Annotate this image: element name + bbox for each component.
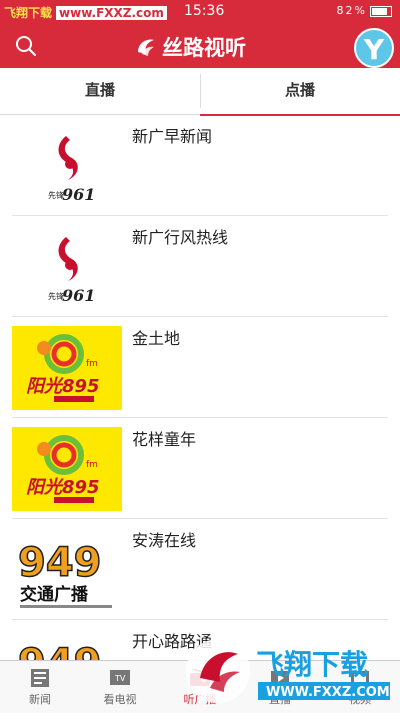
- svg-text:飞翔下载: 飞翔下载: [256, 648, 368, 681]
- news-icon: [31, 669, 49, 687]
- tab-on-demand[interactable]: 点播: [200, 68, 400, 116]
- svg-text:fm: fm: [86, 359, 98, 369]
- svg-text:阳光895: 阳光895: [26, 376, 100, 397]
- svg-text:交通广播: 交通广播: [20, 584, 89, 605]
- nav-tv-label: 看电视: [103, 693, 137, 706]
- status-icons: 82%: [337, 4, 392, 17]
- app-logo-icon: [138, 39, 154, 56]
- program-name: 安涛在线: [132, 531, 197, 550]
- program-name: 金土地: [132, 329, 181, 348]
- status-time: 15:36: [184, 3, 225, 19]
- program-name: 新广行风热线: [132, 228, 229, 247]
- battery-percent: 82%: [336, 4, 367, 17]
- 961-logo: 先锋 961: [12, 225, 122, 309]
- status-bar: 飞翔下载 www.FXXZ.com 15:36 82%: [0, 0, 400, 24]
- nav-news[interactable]: 新闻: [0, 661, 80, 713]
- avatar[interactable]: Y: [354, 28, 394, 68]
- 961-logo: 先锋 961: [12, 124, 122, 208]
- svg-text:阳光895: 阳光895: [26, 477, 100, 498]
- yangguang895-logo: fm 阳光895: [12, 326, 122, 410]
- nav-news-label: 新闻: [29, 693, 51, 706]
- program-name: 新广早新闻: [132, 127, 213, 146]
- svg-text:949: 949: [18, 641, 102, 660]
- svg-text:961: 961: [62, 286, 95, 305]
- nav-tv[interactable]: TV 看电视: [80, 661, 160, 713]
- watermark-label: 飞翔下载 www.FXXZ.com: [4, 4, 167, 21]
- yangguang895-logo: fm 阳光895: [12, 427, 122, 511]
- tv-icon: TV: [110, 670, 130, 685]
- 949-logo: 949: [12, 629, 122, 660]
- list-item[interactable]: fm 阳光895 金土地: [0, 317, 400, 418]
- svg-text:TV: TV: [114, 674, 126, 683]
- list-item[interactable]: 先锋 961 新广行风热线: [0, 216, 400, 317]
- program-list: 先锋 961 新广早新闻 先锋 961 新广行风热线 fm 阳光895 金土地: [0, 115, 400, 660]
- tab-bar: 直播 点播: [0, 68, 400, 116]
- page-title: 丝路视听: [162, 36, 246, 60]
- watermark-overlay: 飞翔下载 WWW.FXXZ.COM: [186, 639, 390, 703]
- list-item[interactable]: 先锋 961 新广早新闻: [0, 115, 400, 216]
- list-item[interactable]: 949 交通广播 安涛在线: [0, 519, 400, 620]
- tab-live[interactable]: 直播: [0, 68, 200, 114]
- svg-text:961: 961: [62, 185, 95, 204]
- list-item[interactable]: fm 阳光895 花样童年: [0, 418, 400, 519]
- svg-text:WWW.FXXZ.COM: WWW.FXXZ.COM: [266, 685, 390, 700]
- program-name: 花样童年: [132, 430, 197, 449]
- app-header: 丝路视听 Y: [0, 24, 400, 68]
- search-icon[interactable]: [14, 34, 38, 62]
- svg-text:949: 949: [18, 540, 102, 586]
- battery-icon: [370, 5, 392, 17]
- 949-logo: 949 交通广播: [12, 528, 122, 612]
- svg-text:fm: fm: [86, 460, 98, 470]
